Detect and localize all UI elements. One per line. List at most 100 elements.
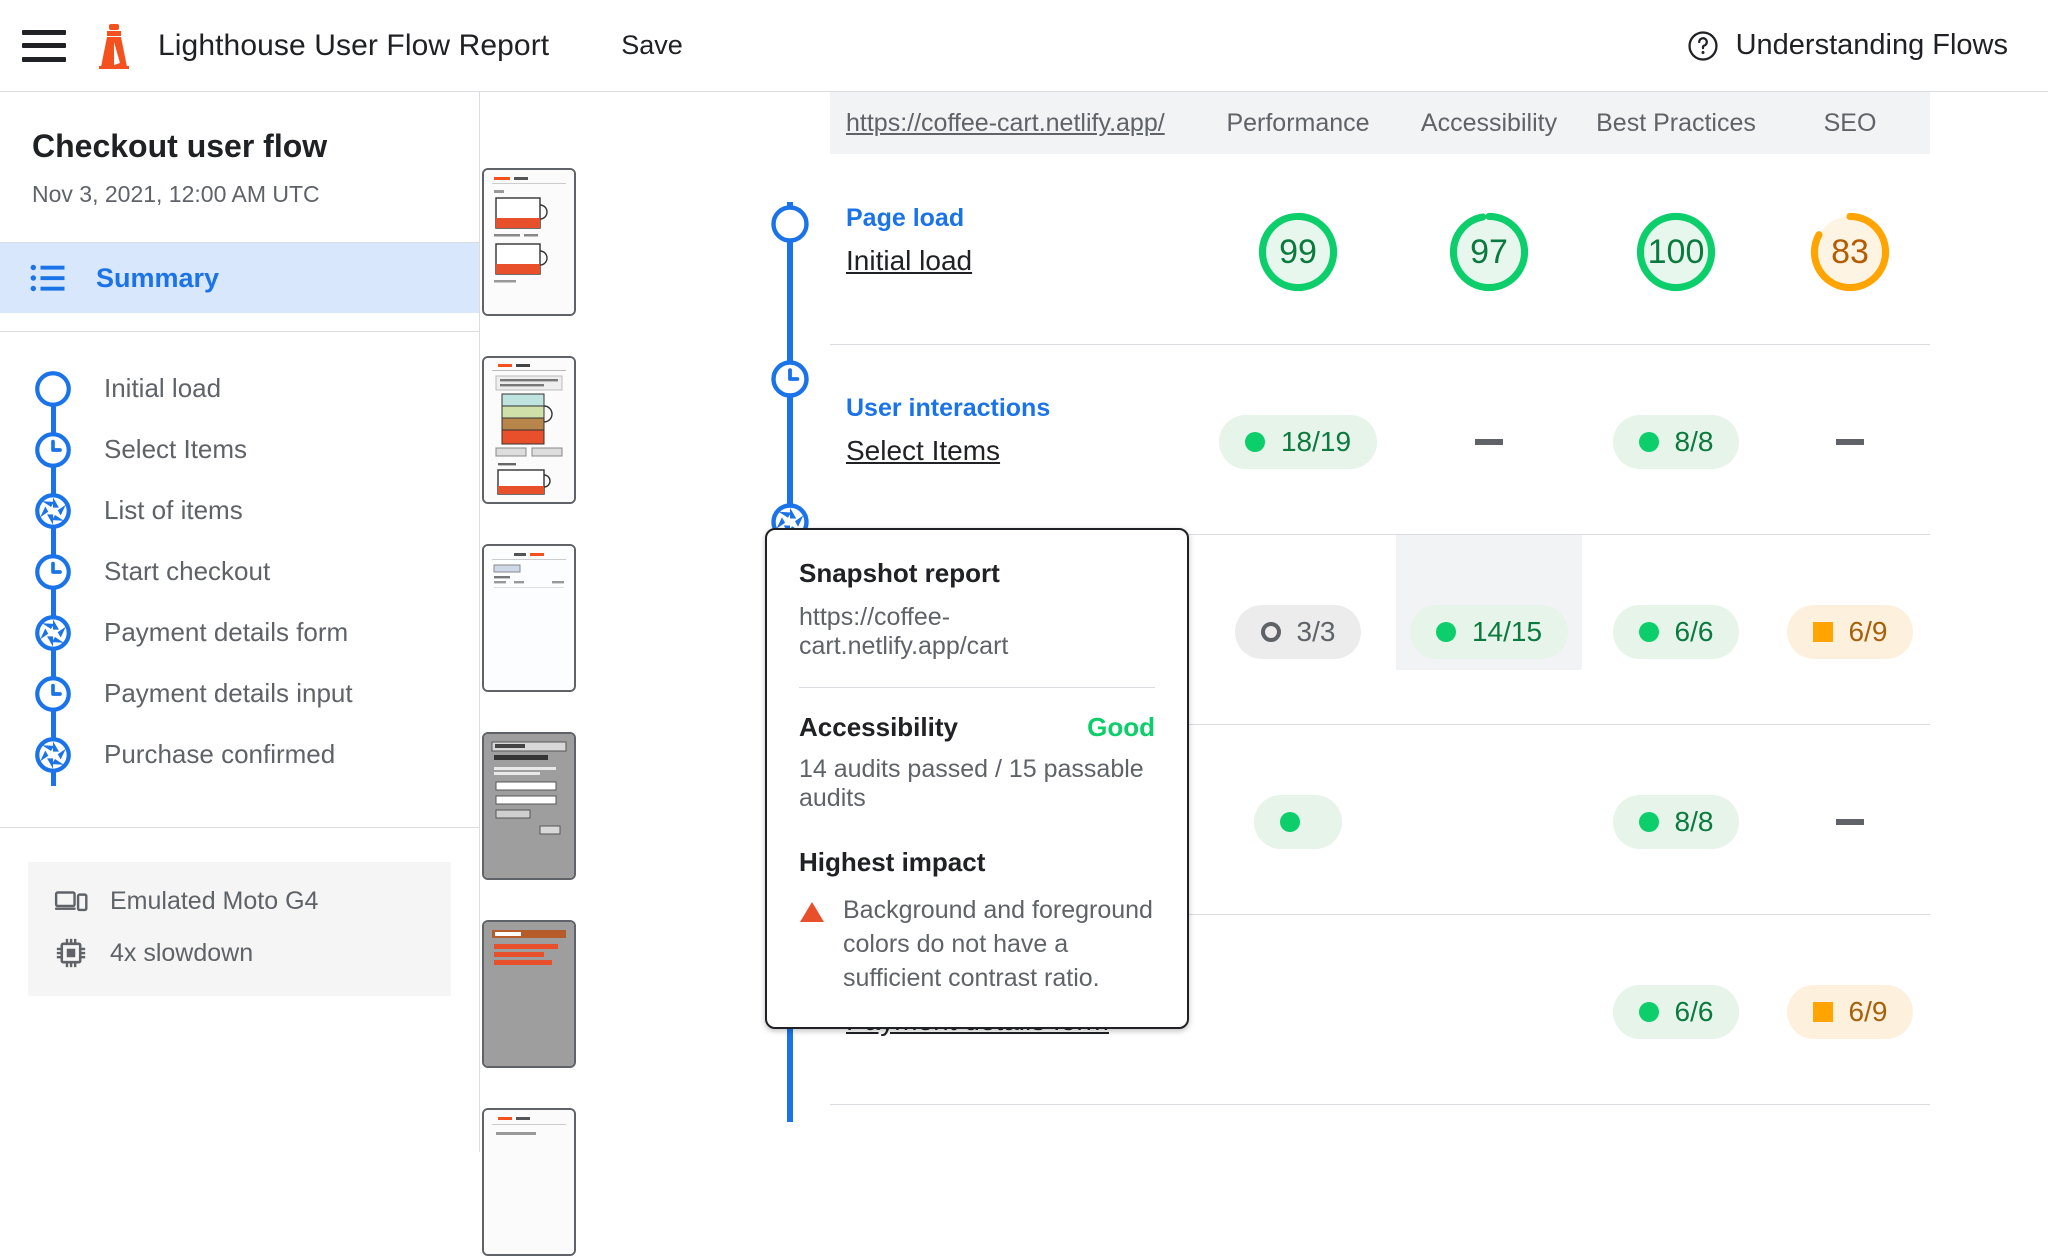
sidebar-item-purchase-confirmed[interactable]: Purchase confirmed: [0, 724, 479, 785]
timespan-clock-icon[interactable]: [768, 357, 812, 401]
audit-count: 18/19: [1280, 426, 1352, 457]
timespan-clock-icon: [32, 429, 74, 471]
status-square-warn-icon: [1812, 622, 1833, 642]
sidebar-item-select-items[interactable]: Select Items: [0, 419, 479, 480]
tooltip-impact-heading: Highest impact: [799, 847, 986, 877]
sidebar-item-initial-load[interactable]: Initial load: [0, 358, 479, 419]
list-icon: [30, 263, 66, 293]
metric-performance[interactable]: 18/19: [1200, 394, 1396, 490]
understanding-flows-link[interactable]: Understanding Flows: [1686, 29, 2008, 63]
status-dot-pass-icon: [1638, 1002, 1659, 1022]
understanding-flows-label: Understanding Flows: [1735, 29, 2008, 61]
metric-best-practices[interactable]: 8/8: [1582, 774, 1770, 870]
sidebar-item-payment-details-input[interactable]: Payment details input: [0, 663, 479, 724]
score-gauge: 100: [1630, 206, 1722, 298]
metric-performance[interactable]: 99: [1200, 204, 1396, 300]
metric-seo: [1770, 774, 1930, 870]
status-dot-pass-icon: [1280, 812, 1300, 832]
row-group-name[interactable]: User interactions: [846, 394, 1050, 423]
metric-performance: [1200, 964, 1396, 1060]
metric-accessibility: [1396, 394, 1582, 490]
metric-performance[interactable]: [1200, 774, 1396, 870]
row-label-group: User interactions Select Items: [846, 394, 1050, 467]
navigation-circle-icon: [32, 368, 74, 410]
metric-best-practices[interactable]: 6/6: [1582, 964, 1770, 1060]
sidebar-item-start-checkout[interactable]: Start checkout: [0, 541, 479, 602]
metric-best-practices[interactable]: 100: [1582, 204, 1770, 300]
column-header-performance: Performance: [1226, 108, 1370, 137]
row-step-name[interactable]: Select Items: [846, 435, 1050, 467]
not-applicable-dash-icon: [1836, 439, 1864, 445]
tooltip-title: Snapshot report: [799, 558, 1000, 588]
metric-accessibility: [1396, 964, 1582, 1060]
row-step-name[interactable]: Initial load: [846, 245, 972, 277]
environment-throttling-row: 4x slowdown: [54, 936, 425, 970]
screenshot-thumbnail[interactable]: [482, 732, 576, 880]
environment-panel: Emulated Moto G4 4x slowdown: [28, 862, 451, 996]
flow-timestamp: Nov 3, 2021, 12:00 AM UTC: [32, 181, 320, 207]
table-row: Page load Initial load 99 97 100 83: [830, 154, 1930, 344]
top-app-bar: Lighthouse User Flow Report Save Underst…: [0, 0, 2048, 92]
row-group-name[interactable]: Page load: [846, 204, 972, 233]
tooltip-impact-row: Background and foreground colors do not …: [799, 894, 1155, 995]
status-dot-pass-icon: [1638, 432, 1659, 452]
sidebar-item-label: List of items: [104, 495, 243, 525]
table-header-row: https://coffee-cart.netlify.app/ Perform…: [830, 92, 1930, 154]
metric-seo[interactable]: 6/9: [1770, 964, 1930, 1060]
report-url-link[interactable]: https://coffee-cart.netlify.app/: [830, 109, 1200, 138]
audit-pill: 18/19: [1218, 415, 1378, 469]
metric-best-practices[interactable]: 8/8: [1582, 394, 1770, 490]
screenshot-thumbnail[interactable]: [482, 920, 576, 1068]
sidebar-item-summary[interactable]: Summary: [0, 243, 479, 313]
sidebar-item-label: Payment details input: [104, 678, 353, 708]
metric-best-practices[interactable]: 6/6: [1582, 584, 1770, 680]
status-dot-pass-icon: [1638, 812, 1659, 832]
screenshot-thumbnail[interactable]: [482, 356, 576, 504]
audit-pill: 8/8: [1612, 795, 1740, 849]
audit-pill: 6/9: [1786, 985, 1914, 1039]
metric-seo[interactable]: 83: [1770, 204, 1930, 300]
warning-triangle-icon: [799, 900, 825, 929]
snapshot-report-tooltip: Snapshot report https://coffee-cart.netl…: [765, 528, 1189, 1030]
audit-count: 8/8: [1674, 426, 1714, 457]
timespan-clock-icon: [32, 673, 74, 715]
row-divider: [830, 1104, 1930, 1105]
snapshot-aperture-icon: [32, 612, 74, 654]
audit-count: 3/3: [1296, 616, 1336, 647]
audit-pill: 3/3: [1234, 605, 1362, 659]
screenshot-thumbnail[interactable]: [482, 544, 576, 692]
audit-count: 6/9: [1848, 996, 1888, 1027]
tooltip-divider: [799, 687, 1155, 688]
tooltip-impact-text: Background and foreground colors do not …: [843, 896, 1153, 992]
lighthouse-logo-icon: [94, 23, 134, 69]
navigation-circle-icon[interactable]: [768, 202, 812, 246]
score-gauge: 97: [1443, 206, 1535, 298]
screenshot-thumbnail[interactable]: [482, 168, 576, 316]
status-dot-pass-icon: [1244, 432, 1265, 452]
sidebar-item-label: Summary: [96, 262, 220, 293]
not-applicable-dash-icon: [1475, 439, 1503, 445]
sidebar-divider: [0, 827, 479, 828]
metric-seo[interactable]: 6/9: [1770, 584, 1930, 680]
filmstrip-column: [482, 92, 634, 1256]
audit-count: 6/9: [1848, 616, 1888, 647]
metric-accessibility[interactable]: 14/15: [1396, 584, 1582, 680]
score-value: 99: [1279, 232, 1317, 271]
column-header-accessibility: Accessibility: [1420, 108, 1558, 137]
score-gauge: 83: [1804, 206, 1896, 298]
sidebar-item-list-of-items[interactable]: List of items: [0, 480, 479, 541]
audit-pill: 14/15: [1409, 605, 1569, 659]
tooltip-url: https://coffee-cart.netlify.app/cart: [799, 603, 1009, 660]
metric-performance[interactable]: 3/3: [1200, 584, 1396, 680]
metric-accessibility[interactable]: 97: [1396, 204, 1582, 300]
score-value: 97: [1470, 232, 1508, 271]
device-icon: [54, 884, 88, 918]
tooltip-category-name: Accessibility: [799, 712, 958, 742]
hamburger-menu-icon[interactable]: [22, 29, 66, 62]
save-button[interactable]: Save: [621, 30, 683, 61]
sidebar-item-payment-details-form[interactable]: Payment details form: [0, 602, 479, 663]
screenshot-thumbnail[interactable]: [482, 1108, 576, 1256]
audit-count: 8/8: [1674, 806, 1714, 837]
score-value: 83: [1831, 232, 1869, 271]
sidebar-item-label: Initial load: [104, 373, 222, 403]
